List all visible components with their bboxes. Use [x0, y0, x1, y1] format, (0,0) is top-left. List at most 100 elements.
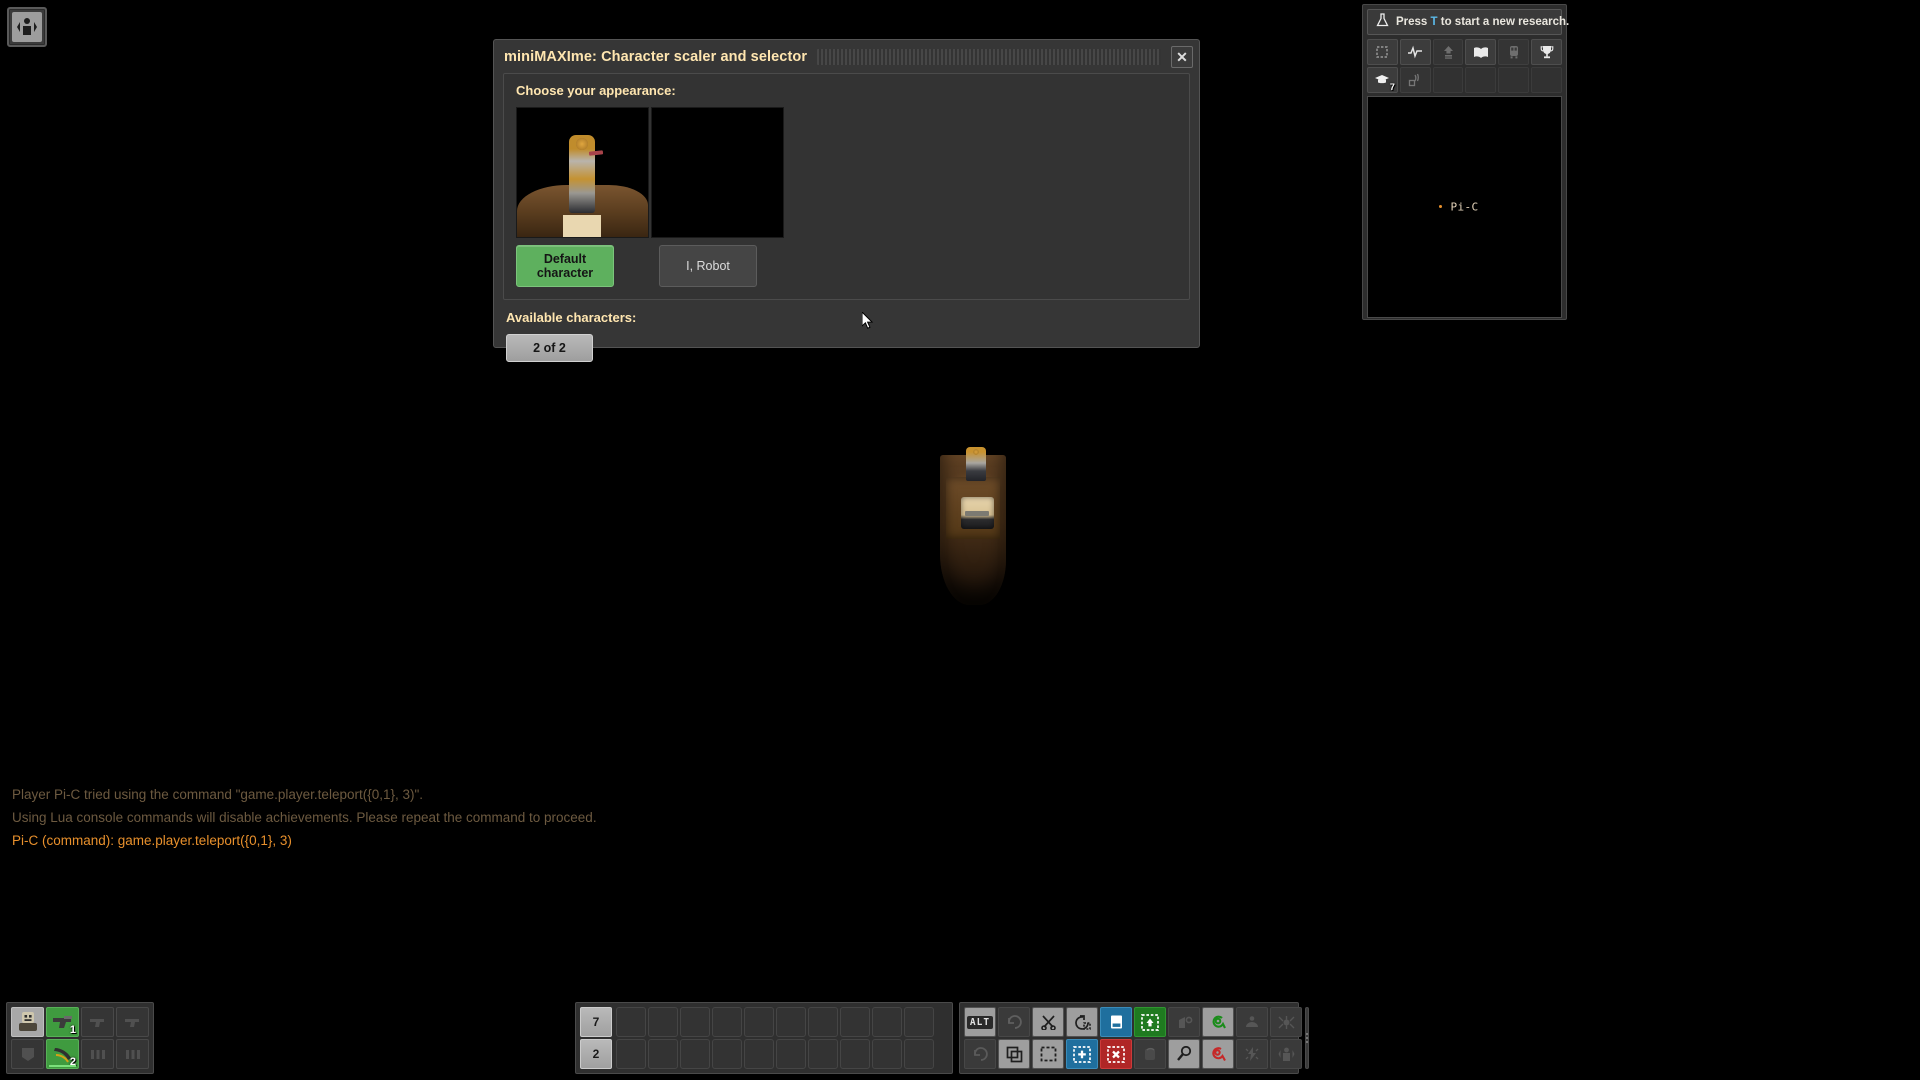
quickbar-slot-pistol[interactable]: 1 [46, 1007, 79, 1037]
hotbar-slot[interactable] [872, 1039, 902, 1069]
hotbar-slot[interactable] [744, 1039, 774, 1069]
quickbar-slot-count: 1 [69, 1024, 76, 1036]
discharge-defense-icon[interactable] [1236, 1039, 1268, 1069]
preview-i-robot[interactable] [651, 107, 784, 238]
appearance-option-i-robot[interactable]: I, Robot [659, 245, 757, 287]
console-log: Player Pi-C tried using the command "gam… [12, 783, 1112, 852]
hotbar-slot[interactable] [680, 1007, 710, 1037]
weapon-armor-quickbar: 1 2 [6, 1002, 154, 1074]
technology-badge-count: 7 [1389, 82, 1395, 92]
appearance-label: Choose your appearance: [516, 83, 676, 98]
character-scaler-mod-button[interactable] [7, 7, 47, 47]
appearance-panel: Choose your appearance: Default characte… [503, 73, 1190, 300]
rotate-icon[interactable] [1134, 1039, 1166, 1069]
undo-alt-icon[interactable] [964, 1039, 996, 1069]
hotbar-slot[interactable] [808, 1007, 838, 1037]
quickbar-slot-empty-ammo[interactable] [81, 1039, 114, 1069]
hotbar-slot[interactable] [648, 1007, 678, 1037]
empty-tool-slot[interactable] [1432, 67, 1464, 93]
hotbar-slot[interactable] [904, 1039, 934, 1069]
undo-icon[interactable] [998, 1007, 1030, 1037]
hotbar: 7 2 [575, 1002, 953, 1074]
hotbar-slot[interactable] [712, 1007, 742, 1037]
minimaxime-dialog[interactable]: miniMAXIme: Character scaler and selecto… [493, 39, 1200, 362]
dialog-title: miniMAXIme: Character scaler and selecto… [504, 48, 808, 65]
research-hint-button[interactable]: Press T to start a new research. [1367, 9, 1569, 35]
pipette-icon[interactable] [1168, 1039, 1200, 1069]
research-hint-text: Press T to start a new research. [1396, 16, 1569, 28]
hotbar-row-label-1[interactable]: 7 [580, 1007, 612, 1037]
hotbar-slot[interactable] [840, 1039, 870, 1069]
deconstruct-tag-icon[interactable] [1168, 1007, 1200, 1037]
quickbar-slot-empty-armor[interactable] [11, 1039, 44, 1069]
hotbar-slot-grid [616, 1007, 934, 1069]
hotbar-slot[interactable] [648, 1039, 678, 1069]
available-characters-counter-button[interactable]: 2 of 2 [506, 334, 593, 362]
close-icon[interactable]: ✕ [1171, 45, 1193, 68]
redo-selection-icon[interactable] [1066, 1007, 1098, 1037]
radar-signal-icon[interactable] [1399, 67, 1431, 93]
add-blueprint-icon[interactable] [1066, 1039, 1098, 1069]
factoriopedia-icon[interactable] [1465, 39, 1497, 65]
hotbar-slot[interactable] [680, 1039, 710, 1069]
cut-icon[interactable] [1032, 1007, 1064, 1037]
empty-tool-slot[interactable] [1498, 67, 1530, 93]
spidertron-icon[interactable] [1270, 1007, 1302, 1037]
hotbar-slot[interactable] [840, 1007, 870, 1037]
minimap[interactable]: Pi-C [1367, 96, 1562, 318]
copy-icon[interactable] [1100, 1007, 1132, 1037]
technology-icon[interactable]: 7 [1367, 67, 1398, 93]
dialog-title-bar[interactable]: miniMAXIme: Character scaler and selecto… [494, 40, 1199, 73]
available-characters-section: Available characters: 2 of 2 [494, 300, 1199, 374]
console-line: Player Pi-C tried using the command "gam… [12, 787, 424, 802]
appearance-option-default-character[interactable]: Default character [516, 245, 614, 287]
toggle-personal-icon[interactable] [1270, 1039, 1302, 1069]
preview-character-sprite [569, 135, 595, 213]
research-hint-key: T [1430, 16, 1438, 28]
empty-tool-slot[interactable] [1465, 67, 1497, 93]
quickbar-slot-empty-pistol[interactable] [116, 1007, 149, 1037]
minimap-player-label: Pi-C [1450, 200, 1479, 214]
preview-default-character[interactable] [516, 107, 649, 238]
hotbar-slot[interactable] [872, 1007, 902, 1037]
dialog-drag-handle[interactable] [817, 48, 1161, 65]
give-gun-icon[interactable] [1202, 1007, 1234, 1037]
select-area-icon[interactable] [1032, 1039, 1064, 1069]
vehicle-sprite[interactable] [961, 497, 994, 529]
research-hint-suffix: to start a new research. [1437, 16, 1570, 28]
quickbar-slot-empty-ammo[interactable] [116, 1039, 149, 1069]
hotbar-row-label-2[interactable]: 2 [580, 1039, 612, 1069]
hotbar-slot[interactable] [744, 1007, 774, 1037]
hotbar-slot[interactable] [616, 1039, 646, 1069]
console-line: Using Lua console commands will disable … [12, 810, 597, 825]
hotbar-slot[interactable] [616, 1007, 646, 1037]
player-character-sprite[interactable] [966, 447, 986, 481]
empty-tool-slot[interactable] [1531, 67, 1562, 93]
remote-view-icon[interactable] [1202, 1039, 1234, 1069]
achievements-icon[interactable] [1531, 39, 1562, 65]
alt-mode-icon[interactable]: ALT [964, 1007, 996, 1037]
deconstruct-icon[interactable] [1100, 1039, 1132, 1069]
production-graph-icon[interactable] [1399, 39, 1431, 65]
research-tools-row-2: 7 [1367, 67, 1562, 93]
hotbar-row [616, 1007, 934, 1037]
train-overview-icon[interactable] [1498, 39, 1530, 65]
shortcut-grid: ALT [964, 1007, 1302, 1069]
copy-stack-icon[interactable] [998, 1039, 1030, 1069]
artillery-icon[interactable] [1236, 1007, 1268, 1037]
shortcut-bar-resize-handle[interactable] [1305, 1007, 1309, 1069]
map-selection-icon[interactable] [1367, 39, 1398, 65]
hotbar-slot[interactable] [904, 1007, 934, 1037]
hotbar-slot[interactable] [712, 1039, 742, 1069]
quickbar-slot-magazine[interactable]: 2 [46, 1039, 79, 1069]
character-scaler-icon [12, 12, 42, 42]
quickbar-slot-empty-pistol[interactable] [81, 1007, 114, 1037]
upgrade-planner-icon[interactable] [1432, 39, 1464, 65]
upgrade-icon[interactable] [1134, 1007, 1166, 1037]
quickbar-slot-durability-bar [49, 1065, 76, 1067]
hotbar-slot[interactable] [776, 1039, 806, 1069]
hotbar-slot[interactable] [776, 1007, 806, 1037]
appearance-option-buttons: Default character I, Robot [516, 245, 1177, 287]
character-portrait-icon[interactable] [11, 1007, 44, 1037]
hotbar-slot[interactable] [808, 1039, 838, 1069]
